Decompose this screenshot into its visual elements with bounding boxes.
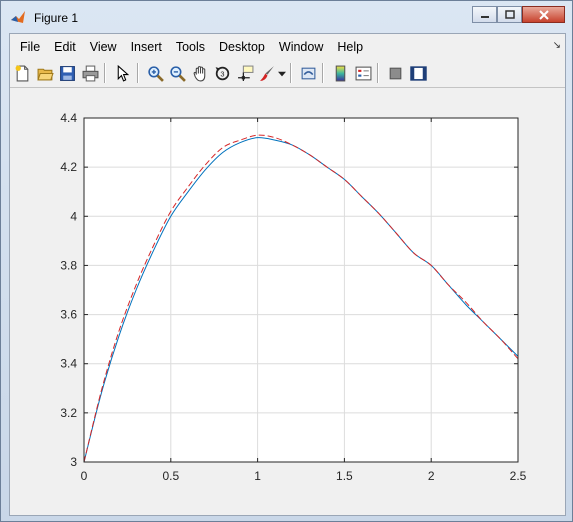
line-chart[interactable]: 0 0.5 1 1.5 2 2.5 3 3.2 3.4 3.6 3.8 4 4.2 4.4	[10, 88, 565, 515]
new-figure-button[interactable]	[13, 63, 33, 83]
edit-plot-button[interactable]	[113, 63, 133, 83]
hide-plot-tools-button[interactable]	[386, 63, 406, 83]
x-tick-label: 2	[428, 469, 435, 483]
show-plot-tools-button[interactable]	[408, 63, 428, 83]
y-tick-label: 3.4	[60, 357, 77, 371]
figure-client-area: File Edit View Insert Tools Desktop Wind…	[9, 33, 566, 516]
rotate-3d-icon: 3	[215, 66, 230, 80]
maximize-button[interactable]	[497, 6, 522, 23]
colorbar-icon	[335, 65, 346, 81]
menu-file[interactable]: File	[13, 40, 47, 54]
save-button[interactable]	[58, 63, 78, 83]
window-title: Figure 1	[34, 11, 79, 25]
menu-help[interactable]: Help	[330, 40, 370, 54]
x-tick-label: 1	[254, 469, 261, 483]
open-file-button[interactable]	[35, 63, 55, 83]
toolbar-separator	[104, 63, 106, 83]
dock-arrow-icon[interactable]: ↘	[553, 40, 561, 51]
zoom-out-button[interactable]	[168, 63, 188, 83]
zoom-in-icon	[147, 65, 164, 82]
figure-window: Figure 1 File Edit View Insert Tools Des…	[0, 0, 573, 522]
toolbar-separator	[136, 63, 139, 83]
colorbar-button[interactable]	[331, 63, 351, 83]
menu-tools[interactable]: Tools	[169, 40, 212, 54]
menu-insert[interactable]: Insert	[124, 40, 169, 54]
rotate-3d-button[interactable]: 3	[213, 63, 233, 83]
y-tick-label: 3.2	[60, 406, 77, 420]
x-tick-label: 0	[81, 469, 88, 483]
legend-button[interactable]	[353, 63, 373, 83]
minimize-button[interactable]	[472, 6, 497, 23]
y-tick-label: 3.8	[60, 258, 77, 272]
data-cursor-button[interactable]	[235, 63, 255, 83]
zoom-in-button[interactable]	[145, 63, 165, 83]
plot-area: 0 0.5 1 1.5 2 2.5 3 3.2 3.4 3.6 3.8 4 4.2 4.4	[10, 88, 565, 515]
y-tick-label: 4	[70, 209, 77, 223]
maximize-icon	[504, 9, 515, 19]
menu-bar: File Edit View Insert Tools Desktop Wind…	[10, 34, 565, 59]
hide-plot-tools-icon	[389, 67, 402, 79]
legend-icon	[355, 66, 371, 80]
x-tick-label: 2.5	[510, 469, 527, 483]
x-tick-label: 0.5	[162, 469, 179, 483]
minimize-icon	[480, 15, 489, 18]
menu-window[interactable]: Window	[272, 40, 330, 54]
brush-button[interactable]	[258, 63, 278, 83]
pan-button[interactable]	[190, 63, 210, 83]
zoom-out-icon	[170, 65, 186, 82]
toolbar-separator	[322, 63, 324, 83]
y-tick-label: 3.6	[60, 308, 77, 322]
data-cursor-icon	[237, 65, 253, 81]
x-tick-label: 1.5	[336, 469, 353, 483]
close-icon	[538, 9, 549, 20]
link-plot-icon	[301, 67, 315, 79]
save-icon	[60, 65, 75, 81]
menu-view[interactable]: View	[83, 40, 124, 54]
print-button[interactable]	[80, 63, 100, 83]
brush-dropdown[interactable]	[277, 63, 286, 83]
toolbar-separator	[377, 63, 379, 83]
y-tick-label: 3	[70, 455, 77, 469]
y-tick-label: 4.2	[60, 160, 77, 174]
brush-icon	[260, 65, 274, 81]
open-file-icon	[36, 68, 54, 80]
y-tick-label: 4.4	[60, 111, 77, 125]
pan-hand-icon	[193, 65, 205, 81]
chevron-down-icon	[277, 71, 286, 76]
toolbar-separator	[289, 63, 292, 83]
matlab-icon	[11, 11, 25, 23]
new-figure-icon	[15, 65, 29, 81]
link-plot-button[interactable]	[298, 63, 318, 83]
svg-text:3: 3	[220, 69, 224, 78]
show-plot-tools-icon	[409, 65, 427, 81]
title-bar[interactable]: Figure 1	[1, 1, 572, 33]
print-icon	[82, 65, 98, 81]
figure-toolbar: 3	[10, 59, 565, 88]
menu-edit[interactable]: Edit	[47, 40, 83, 54]
menu-desktop[interactable]: Desktop	[212, 40, 272, 54]
edit-plot-arrow-icon	[117, 64, 130, 82]
close-button[interactable]	[522, 6, 565, 23]
